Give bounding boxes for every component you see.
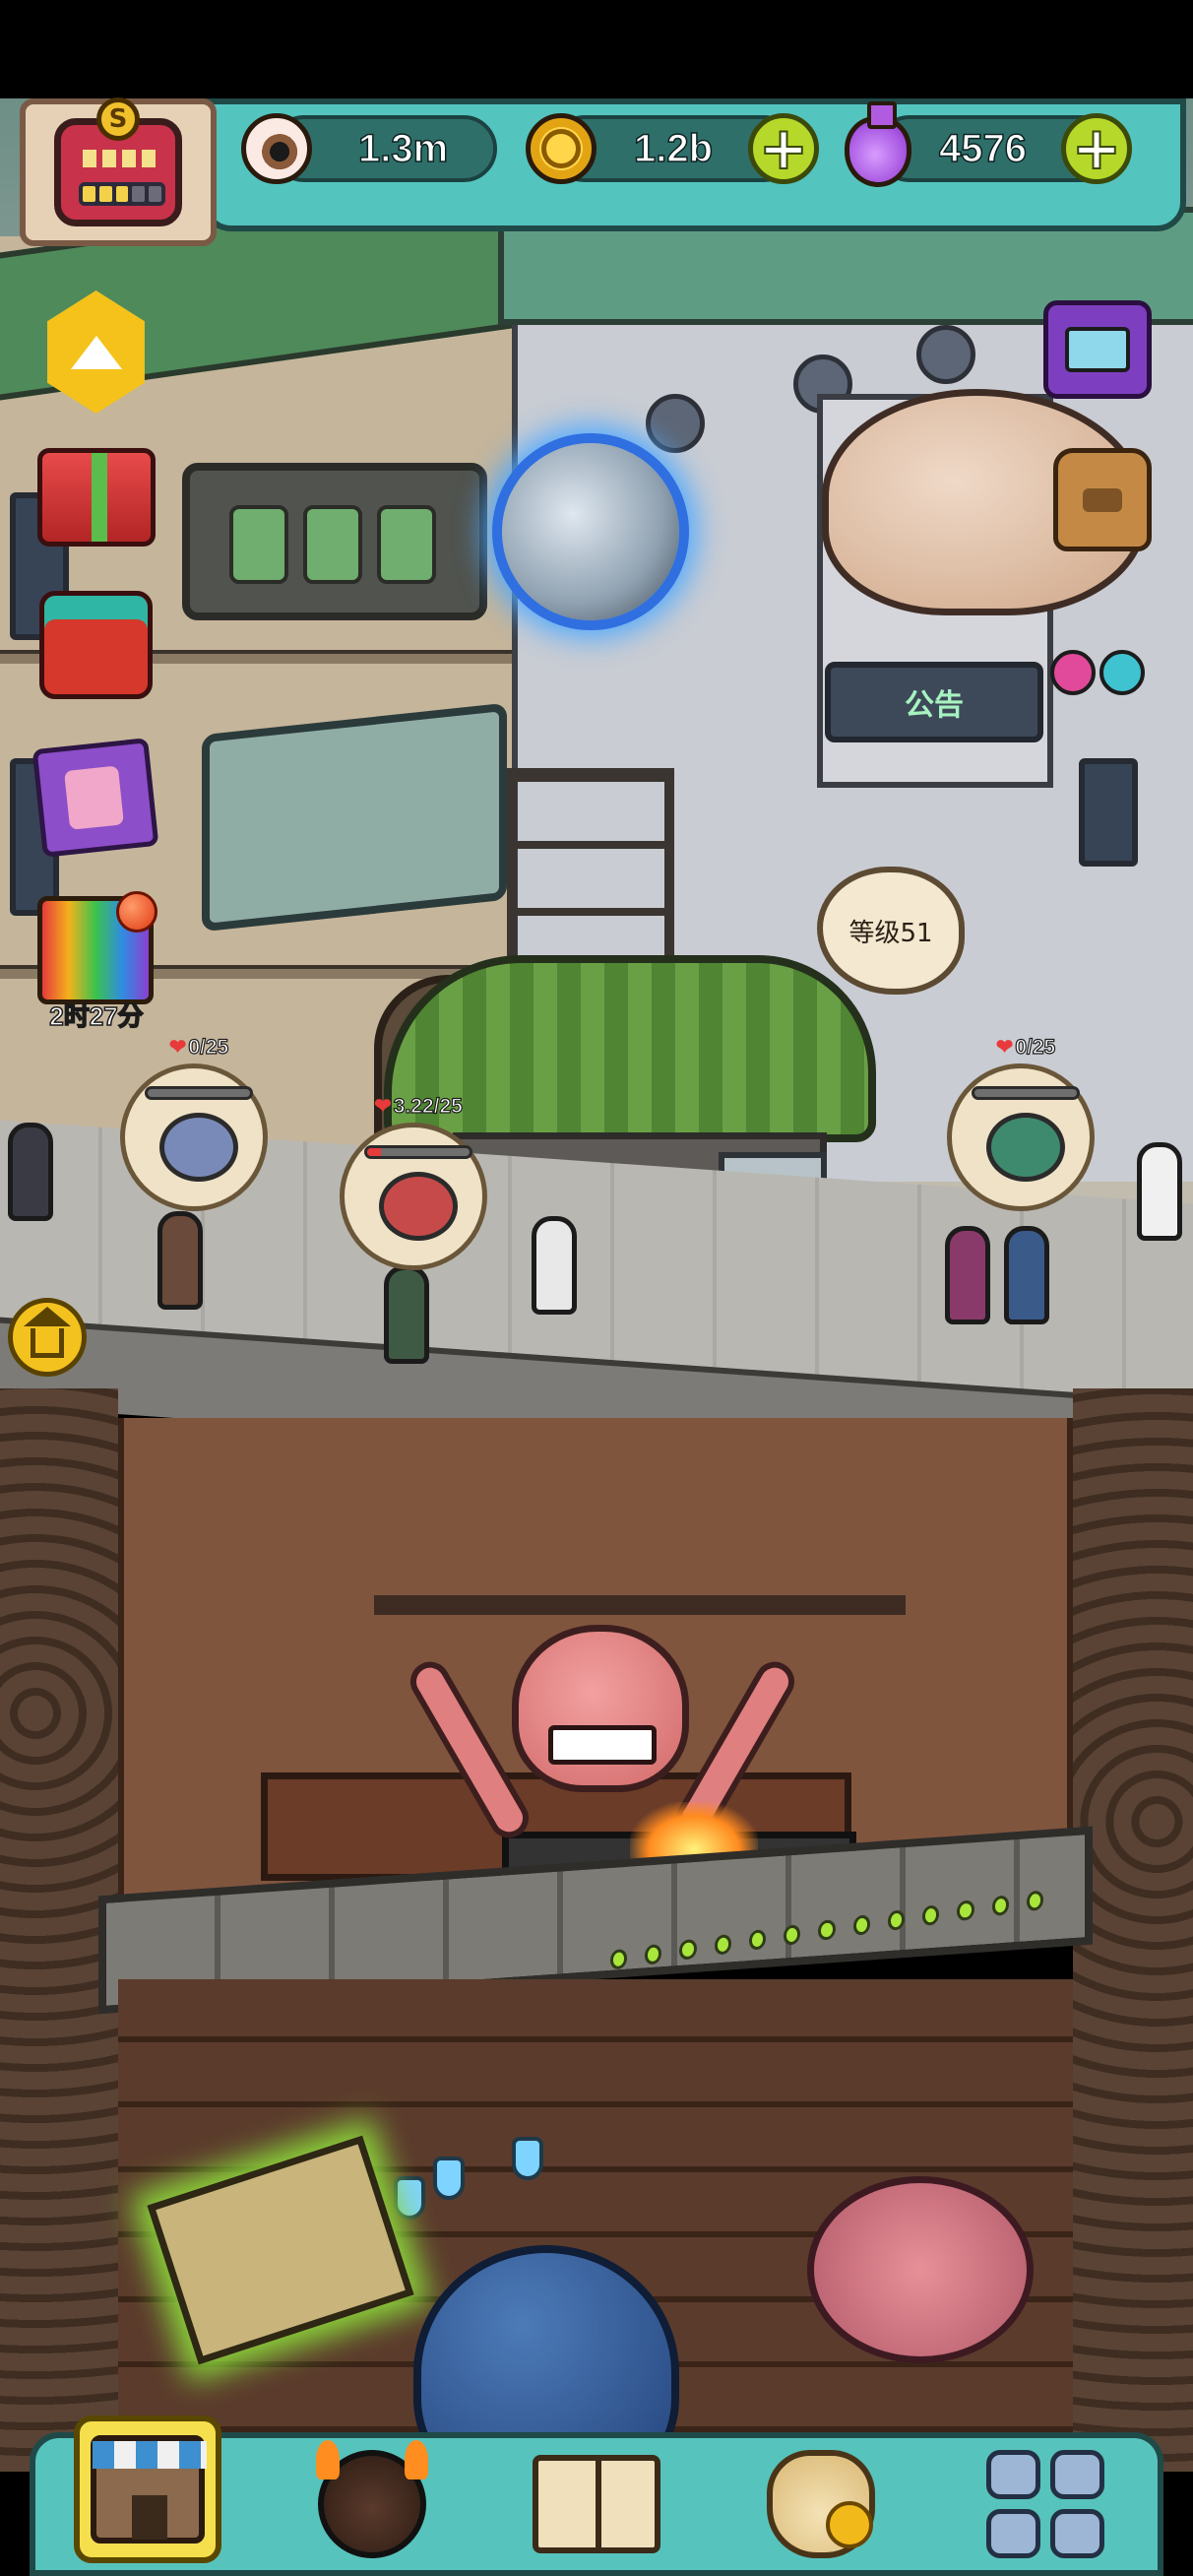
sign-slot bbox=[229, 505, 288, 584]
home-button[interactable] bbox=[8, 1298, 87, 1377]
scaffold-tower bbox=[507, 768, 674, 985]
shop-icon bbox=[91, 2435, 207, 2544]
backpack-button[interactable] bbox=[1053, 448, 1152, 551]
order-progress-bar bbox=[145, 1086, 253, 1100]
order-progress-bar bbox=[364, 1145, 472, 1159]
flask bbox=[512, 2137, 543, 2180]
order-progress-bar bbox=[972, 1086, 1080, 1100]
customer[interactable] bbox=[1004, 1226, 1049, 1324]
event-timer: 2时27分 bbox=[49, 1000, 145, 1032]
rank-badge: S bbox=[96, 97, 140, 141]
sign-slot bbox=[303, 505, 362, 584]
customer[interactable] bbox=[945, 1226, 990, 1324]
potion-count: 4576 bbox=[938, 126, 1027, 171]
player-avatar[interactable]: S bbox=[20, 97, 217, 246]
flower-pot-button[interactable] bbox=[39, 591, 153, 699]
coin-count: 1.2b bbox=[633, 126, 714, 171]
fish-tank bbox=[202, 702, 507, 933]
add-coins-button[interactable]: + bbox=[748, 113, 819, 184]
dish-icon bbox=[986, 1113, 1065, 1182]
potion-icon bbox=[845, 101, 911, 187]
brain-creature[interactable] bbox=[807, 2176, 1034, 2363]
customer[interactable] bbox=[384, 1265, 429, 1364]
book-icon bbox=[533, 2455, 660, 2553]
dish-icon bbox=[159, 1113, 238, 1182]
monster-avatar-icon: S bbox=[54, 97, 182, 226]
window bbox=[1079, 758, 1138, 867]
nav-money-bag[interactable] bbox=[747, 2435, 895, 2573]
customer[interactable] bbox=[157, 1211, 203, 1310]
level-bubble[interactable]: 等级51 bbox=[817, 867, 965, 995]
arrow-up-icon bbox=[70, 335, 122, 369]
order-bubble[interactable]: ❤0/25 bbox=[947, 1035, 1095, 1211]
cards-button[interactable] bbox=[31, 738, 159, 858]
eyeball-icon bbox=[241, 113, 312, 184]
gift-box-button[interactable] bbox=[37, 448, 156, 547]
order-progress: ❤0/25 bbox=[995, 1035, 1056, 1059]
monster-icon bbox=[316, 2440, 428, 2558]
order-bubble[interactable]: ❤3.22/25 bbox=[340, 1094, 487, 1270]
announcement-sign[interactable]: 公告 bbox=[825, 662, 1043, 742]
round-window bbox=[646, 394, 705, 453]
sign-slot bbox=[377, 505, 436, 584]
nav-monsters[interactable] bbox=[298, 2435, 446, 2573]
coin-icon bbox=[526, 113, 596, 184]
octopus-teeth bbox=[548, 1725, 657, 1765]
kitchen-shelf bbox=[374, 1595, 906, 1615]
eyeball-count: 1.3m bbox=[357, 126, 449, 171]
order-progress: ❤3.22/25 bbox=[374, 1094, 463, 1118]
chef-worker[interactable] bbox=[532, 1216, 577, 1315]
money-bag-icon bbox=[767, 2450, 875, 2558]
nav-more[interactable] bbox=[972, 2435, 1119, 2573]
game-screen: 公告 ❤0/25 ❤3.22/25 ❤0/25 等级51 1.3m 1.2b +… bbox=[0, 0, 1193, 2576]
add-potions-button[interactable]: + bbox=[1061, 113, 1132, 184]
round-window bbox=[916, 325, 975, 384]
neon-sign-panel bbox=[182, 463, 487, 620]
crystal-portal[interactable] bbox=[502, 443, 679, 620]
eye-icon bbox=[1099, 649, 1145, 695]
tv-ad-button[interactable] bbox=[1043, 300, 1152, 399]
grid-menu-icon bbox=[986, 2450, 1104, 2558]
bottom-navigation bbox=[30, 2415, 1163, 2576]
nav-recipe-book[interactable] bbox=[523, 2435, 670, 2573]
order-progress: ❤0/25 bbox=[168, 1035, 229, 1059]
notification-dot bbox=[116, 891, 157, 933]
customer[interactable] bbox=[1137, 1142, 1182, 1241]
eye-icon bbox=[1050, 649, 1096, 695]
order-bubble[interactable]: ❤0/25 bbox=[120, 1035, 268, 1211]
customer[interactable] bbox=[8, 1123, 53, 1221]
home-icon bbox=[24, 1307, 71, 1358]
flask bbox=[394, 2176, 425, 2220]
eyes-button[interactable] bbox=[1043, 635, 1152, 709]
flask bbox=[433, 2157, 465, 2200]
nav-shop[interactable] bbox=[74, 2415, 221, 2563]
dish-icon bbox=[379, 1172, 458, 1241]
octopus-chef[interactable] bbox=[403, 1625, 802, 1845]
